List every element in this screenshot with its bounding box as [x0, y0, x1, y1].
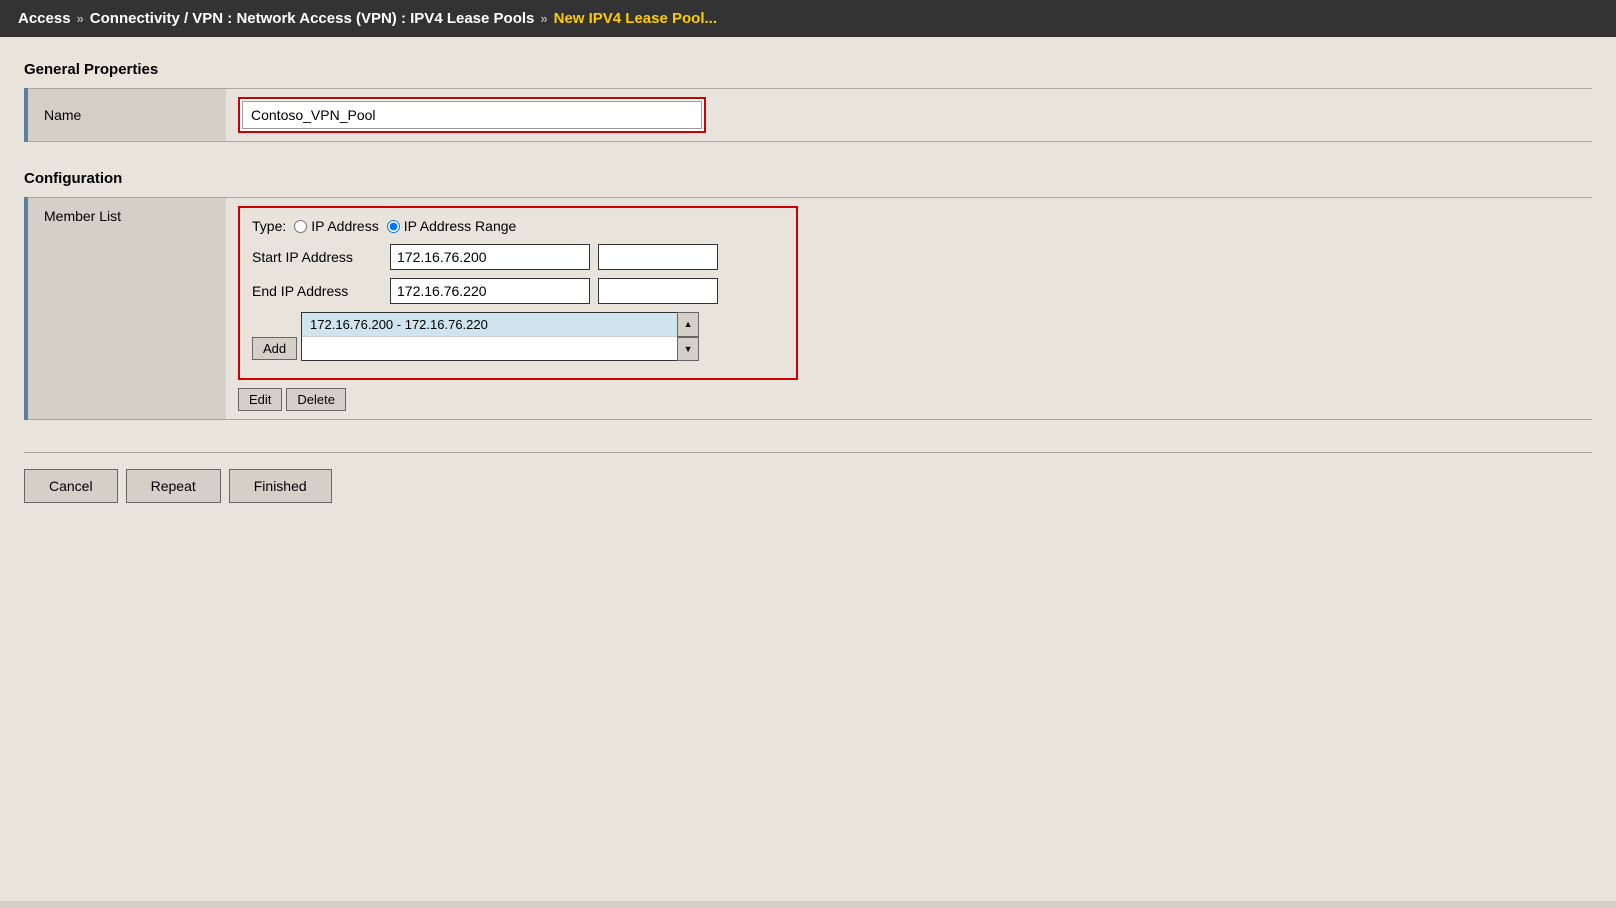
member-list-item-1[interactable]: 172.16.76.200 - 172.16.76.220	[302, 313, 698, 337]
scroll-controls: ▲ ▼	[677, 312, 699, 361]
type-option-2-text: IP Address Range	[404, 218, 517, 234]
name-label: Name	[26, 89, 226, 142]
member-list-label: Member List	[26, 198, 226, 420]
config-highlight-box: Type: IP Address IP Address Range	[238, 206, 798, 380]
start-ip-label: Start IP Address	[252, 249, 382, 265]
end-ip-input[interactable]	[390, 278, 590, 304]
member-list-wrapper: 172.16.76.200 - 172.16.76.220 ▲ ▼	[301, 312, 699, 361]
end-ip-label: End IP Address	[252, 283, 382, 299]
name-input[interactable]	[242, 101, 702, 129]
edit-delete-row: Edit Delete	[238, 388, 1580, 411]
edit-button[interactable]: Edit	[238, 388, 282, 411]
type-label: Type:	[252, 218, 286, 234]
type-option-2-label[interactable]: IP Address Range	[387, 218, 517, 234]
type-radio-ip-address[interactable]	[294, 220, 307, 233]
end-ip-row: End IP Address	[252, 278, 784, 304]
start-ip-extra-input[interactable]	[598, 244, 718, 270]
breadcrumb-current: New IPV4 Lease Pool...	[554, 10, 717, 27]
cancel-button[interactable]: Cancel	[24, 469, 118, 503]
configuration-row: Member List Type: IP Address	[26, 198, 1592, 420]
general-properties-title: General Properties	[24, 61, 1592, 78]
name-value-cell	[226, 89, 1592, 142]
scroll-up-button[interactable]: ▲	[677, 312, 699, 337]
configuration-section: Configuration Member List Type:	[24, 170, 1592, 420]
action-buttons-row: Cancel Repeat Finished	[24, 452, 1592, 511]
type-option-1-label[interactable]: IP Address	[294, 218, 378, 234]
breadcrumb-access: Access	[18, 10, 71, 27]
finished-button[interactable]: Finished	[229, 469, 332, 503]
start-ip-row: Start IP Address	[252, 244, 784, 270]
delete-button[interactable]: Delete	[286, 388, 346, 411]
name-input-highlight-border	[238, 97, 706, 133]
general-properties-section: General Properties Name	[24, 61, 1592, 142]
repeat-button[interactable]: Repeat	[126, 469, 221, 503]
end-ip-extra-input[interactable]	[598, 278, 718, 304]
main-content: General Properties Name Configuration	[0, 37, 1616, 901]
type-radio-ip-address-range[interactable]	[387, 220, 400, 233]
configuration-value-cell: Type: IP Address IP Address Range	[226, 198, 1592, 420]
chevron-icon-1: »	[77, 11, 84, 26]
member-list-item-2[interactable]	[302, 337, 698, 360]
scroll-down-button[interactable]: ▼	[677, 337, 699, 362]
name-row: Name	[26, 89, 1592, 142]
add-button[interactable]: Add	[252, 337, 297, 360]
chevron-icon-2: »	[540, 11, 547, 26]
breadcrumb-middle: Connectivity / VPN : Network Access (VPN…	[90, 10, 535, 27]
start-ip-input[interactable]	[390, 244, 590, 270]
type-row: Type: IP Address IP Address Range	[252, 218, 784, 234]
general-properties-table: Name	[24, 88, 1592, 142]
type-option-1-text: IP Address	[311, 218, 378, 234]
member-list-scroll-area: 172.16.76.200 - 172.16.76.220	[301, 312, 699, 361]
configuration-table: Member List Type: IP Address	[24, 197, 1592, 420]
breadcrumb-bar: Access » Connectivity / VPN : Network Ac…	[0, 0, 1616, 37]
configuration-title: Configuration	[24, 170, 1592, 187]
